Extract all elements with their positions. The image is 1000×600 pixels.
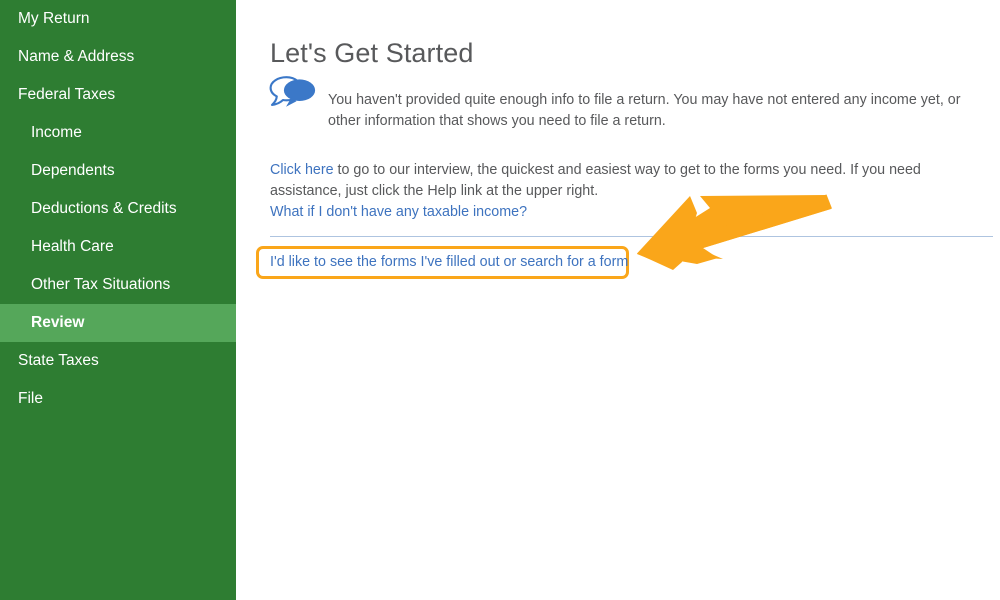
sidebar-navigation: My Return Name & Address Federal Taxes Inco…: [0, 0, 236, 600]
view-forms-link[interactable]: I'd like to see the forms I've filled ou…: [270, 254, 628, 270]
notice-banner: You haven't provided quite enough info t…: [266, 70, 982, 147]
sidebar-item-label: Other Tax Situations: [31, 276, 171, 294]
sidebar-item-label: Income: [31, 124, 82, 142]
sidebar-item-federal-taxes[interactable]: Federal Taxes: [0, 76, 236, 114]
main-content: Let's Get Started You haven't provided q…: [236, 0, 1000, 600]
click-here-link[interactable]: Click here: [270, 162, 334, 178]
taxable-income-link[interactable]: What if I don't have any taxable income?: [270, 204, 527, 220]
sidebar-item-label: Health Care: [31, 238, 114, 256]
sidebar-item-income[interactable]: Income: [0, 114, 236, 152]
application-window: My Return Name & Address Federal Taxes Inco…: [0, 0, 1000, 600]
sidebar-item-deductions-and-credits[interactable]: Deductions & Credits: [0, 190, 236, 228]
sidebar-item-label: Dependents: [31, 162, 115, 180]
sidebar-item-label: State Taxes: [18, 352, 99, 370]
sidebar-item-label: File: [18, 390, 43, 408]
sidebar-item-dependents[interactable]: Dependents: [0, 152, 236, 190]
sidebar-item-health-care[interactable]: Health Care: [0, 228, 236, 266]
sidebar-item-label: Review: [31, 314, 85, 332]
notice-text: You haven't provided quite enough info t…: [328, 92, 961, 130]
sidebar-item-name-and-address[interactable]: Name & Address: [0, 38, 236, 76]
sidebar-item-state-taxes[interactable]: State Taxes: [0, 342, 236, 380]
sidebar-item-file[interactable]: File: [0, 380, 236, 418]
section-divider: [270, 236, 993, 237]
sidebar-item-label: Name & Address: [18, 48, 135, 66]
sidebar-item-review[interactable]: Review: [0, 304, 236, 342]
sidebar-item-label: Deductions & Credits: [31, 200, 177, 218]
page-title: Let's Get Started: [270, 38, 474, 69]
interview-rest-text: to go to our interview, the quickest and…: [270, 162, 921, 200]
sidebar-item-label: My Return: [18, 10, 90, 28]
sidebar-item-label: Federal Taxes: [18, 86, 116, 104]
sidebar-item-other-tax-situations[interactable]: Other Tax Situations: [0, 266, 236, 304]
sidebar-item-my-return[interactable]: My Return: [0, 0, 236, 38]
speech-bubbles-icon: [266, 73, 320, 113]
interview-paragraph: Click here to go to our interview, the q…: [270, 160, 996, 202]
